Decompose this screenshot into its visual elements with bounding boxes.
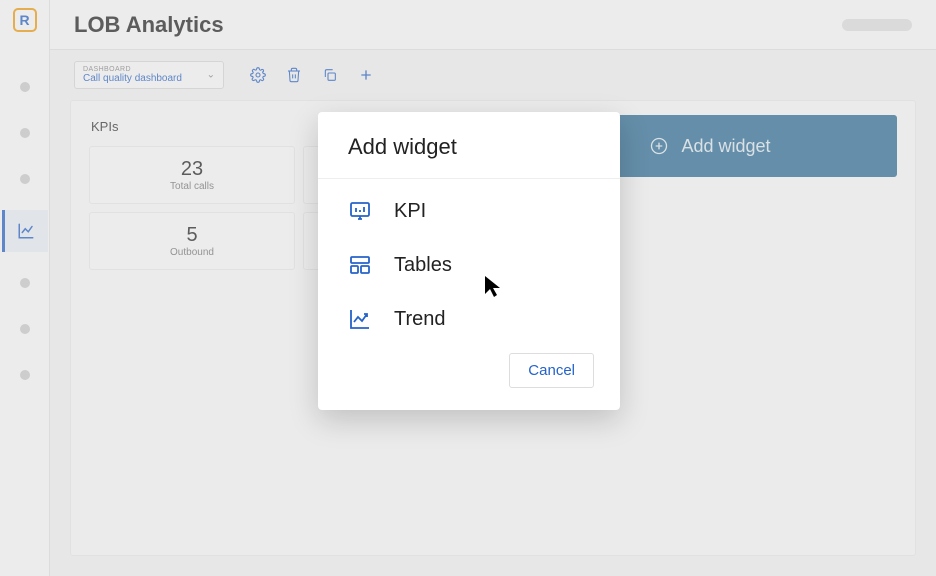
modal-option-trend[interactable]: Trend <box>348 307 590 331</box>
modal-title: Add widget <box>318 112 620 179</box>
kpi-icon <box>348 199 372 223</box>
modal-option-label: KPI <box>394 200 426 223</box>
trend-icon <box>348 307 372 331</box>
modal-option-label: Trend <box>394 308 446 331</box>
modal-option-kpi[interactable]: KPI <box>348 199 590 223</box>
modal-option-tables[interactable]: Tables <box>348 253 590 277</box>
cancel-button[interactable]: Cancel <box>509 353 594 388</box>
table-icon <box>348 253 372 277</box>
modal-option-label: Tables <box>394 254 452 277</box>
add-widget-modal: Add widget KPI Tables Trend Cancel <box>318 112 620 410</box>
